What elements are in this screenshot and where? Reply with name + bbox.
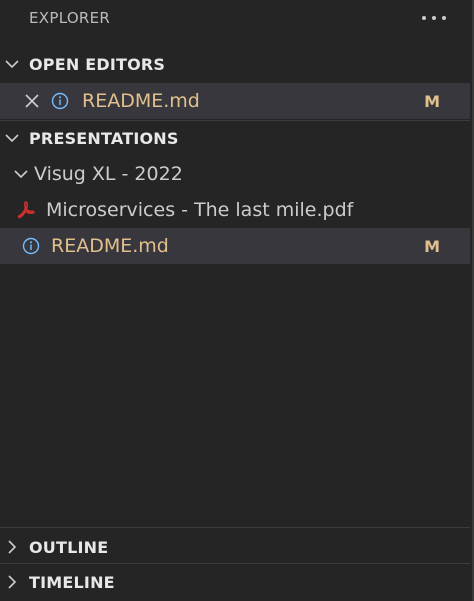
chevron-down-icon xyxy=(5,131,19,145)
section-label: TIMELINE xyxy=(29,572,115,592)
section-outline[interactable]: OUTLINE xyxy=(0,531,472,563)
section-divider xyxy=(0,120,470,121)
file-name: README.md xyxy=(82,90,200,112)
more-icon[interactable] xyxy=(422,8,446,28)
chevron-right-icon xyxy=(5,575,19,589)
close-icon[interactable] xyxy=(0,93,51,109)
explorer-title: EXPLORER xyxy=(29,9,111,27)
open-editor-readme[interactable]: README.md M xyxy=(0,83,470,119)
file-name: README.md xyxy=(51,235,169,257)
section-timeline[interactable]: TIMELINE xyxy=(0,566,472,598)
section-divider xyxy=(0,563,470,564)
info-icon xyxy=(51,92,69,110)
section-label: OPEN EDITORS xyxy=(29,54,166,74)
file-pdf[interactable]: Microservices - The last mile.pdf xyxy=(0,192,470,228)
section-label: OUTLINE xyxy=(29,537,109,557)
explorer-panel: EXPLORER OPEN EDITORS README.md M PRESEN… xyxy=(0,0,474,601)
pdf-icon xyxy=(0,200,46,220)
info-icon xyxy=(22,237,40,255)
git-status-badge: M xyxy=(424,91,440,111)
file-readme[interactable]: README.md M xyxy=(0,228,470,264)
section-presentations[interactable]: PRESENTATIONS xyxy=(0,122,472,154)
section-label: PRESENTATIONS xyxy=(29,128,179,148)
section-divider xyxy=(0,527,470,528)
file-name: Microservices - The last mile.pdf xyxy=(46,199,354,221)
chevron-right-icon xyxy=(5,540,19,554)
explorer-titlebar: EXPLORER xyxy=(0,0,472,40)
folder-visug[interactable]: Visug XL - 2022 xyxy=(0,156,470,192)
git-status-badge: M xyxy=(424,236,440,256)
section-open-editors[interactable]: OPEN EDITORS xyxy=(0,48,472,80)
chevron-down-icon xyxy=(5,57,19,71)
folder-name: Visug XL - 2022 xyxy=(34,163,183,185)
chevron-down-icon xyxy=(0,167,34,181)
